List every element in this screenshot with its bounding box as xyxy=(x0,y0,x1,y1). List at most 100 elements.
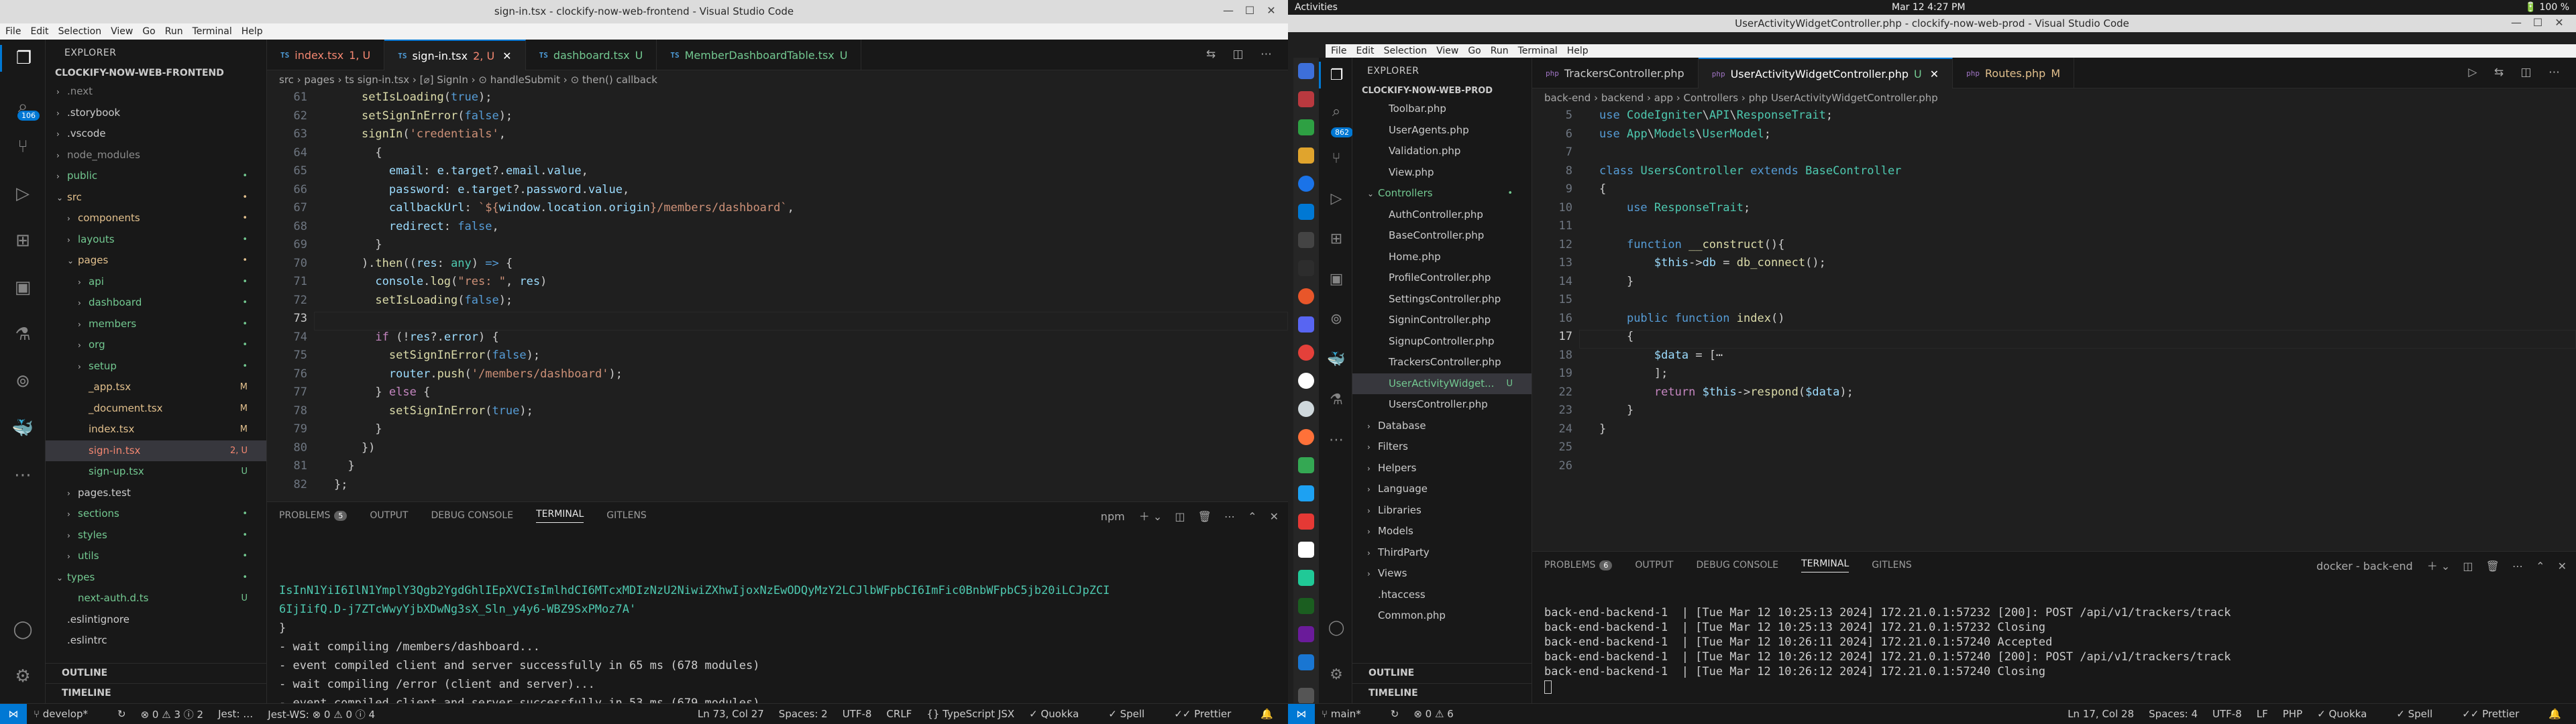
file-item[interactable]: index.tsx M xyxy=(46,419,266,440)
file-item[interactable]: SignupController.php xyxy=(1352,331,1532,353)
file-item[interactable]: AuthController.php xyxy=(1352,204,1532,226)
remote-explorer-icon[interactable]: ▣ xyxy=(1323,265,1350,292)
source-control-icon[interactable]: ⑂ xyxy=(1323,145,1350,172)
panel-more-icon[interactable]: ⋯ xyxy=(1224,510,1235,523)
editor-tab[interactable]: php Routes.php M xyxy=(1953,58,2075,88)
encoding[interactable]: UTF-8 xyxy=(2212,708,2242,720)
panel-more-icon[interactable]: ⋯ xyxy=(2512,560,2523,572)
menu-selection[interactable]: Selection xyxy=(58,26,102,37)
more-icon[interactable]: ⋯ xyxy=(1323,426,1350,453)
folder-item[interactable]: › .storybook xyxy=(46,103,266,124)
file-item[interactable]: UsersController.php xyxy=(1352,394,1532,416)
panel-tab-debug-console[interactable]: DEBUG CONSOLE xyxy=(431,510,513,521)
folder-item[interactable]: ⌄ Controllers • xyxy=(1352,183,1532,204)
folder-item[interactable]: › api • xyxy=(46,272,266,293)
app-icon[interactable] xyxy=(1298,542,1314,558)
folder-item[interactable]: › dashboard • xyxy=(46,292,266,314)
app-icon[interactable] xyxy=(1298,119,1314,135)
maximize-panel-icon[interactable]: ⌃ xyxy=(1248,510,1256,523)
spell-status[interactable]: ✓ Spell xyxy=(1108,708,1159,720)
search-icon[interactable]: ⌕ xyxy=(1323,98,1350,125)
folder-item[interactable]: ⌄ types • xyxy=(46,567,266,589)
new-terminal-icon[interactable]: ＋ ⌄ xyxy=(2427,560,2451,572)
minimize-icon[interactable]: — xyxy=(2509,16,2524,31)
app-icon[interactable] xyxy=(1298,147,1314,164)
file-item[interactable]: _app.tsx M xyxy=(46,377,266,398)
folder-item[interactable]: › Models xyxy=(1352,521,1532,542)
more-icon[interactable]: ⋯ xyxy=(9,462,36,489)
file-item[interactable]: SigninController.php xyxy=(1352,310,1532,331)
menu-run[interactable]: Run xyxy=(1491,46,1509,56)
panel-tab-debug-console[interactable]: DEBUG CONSOLE xyxy=(1696,560,1778,570)
prettier-status[interactable]: ✓✓ Prettier xyxy=(1174,708,1246,720)
menu-help[interactable]: Help xyxy=(1567,46,1589,56)
remote-icon[interactable]: ⋈ xyxy=(1288,703,1315,724)
close-panel-icon[interactable]: ✕ xyxy=(2558,560,2567,572)
menu-file[interactable]: File xyxy=(5,26,21,37)
folder-item[interactable]: › .next xyxy=(46,81,266,103)
manage-gear-icon[interactable]: ⚙ xyxy=(9,663,36,690)
spell-status[interactable]: ✓ Spell xyxy=(2396,708,2447,720)
file-item[interactable]: .eslintignore xyxy=(46,609,266,631)
app-icon[interactable] xyxy=(1298,598,1314,614)
editor-tab[interactable]: php TrackersController.php xyxy=(1532,58,1699,88)
folder-item[interactable]: › public • xyxy=(46,166,266,187)
menu-view[interactable]: View xyxy=(111,26,133,37)
close-icon[interactable]: ✕ xyxy=(2552,16,2567,31)
testing-icon[interactable]: ⚗ xyxy=(9,321,36,348)
file-item[interactable]: UserActivityWidget... U xyxy=(1352,373,1532,394)
panel-tab-gitlens[interactable]: GITLENS xyxy=(1872,560,1912,570)
explorer-icon[interactable]: ❐ xyxy=(0,45,46,72)
folder-item[interactable]: › ThirdParty xyxy=(1352,542,1532,564)
app-icon[interactable] xyxy=(1298,457,1314,473)
notifications-icon[interactable]: 🔔 xyxy=(1260,708,1273,720)
panel-tab-output[interactable]: OUTPUT xyxy=(370,510,408,521)
folder-item[interactable]: › Libraries xyxy=(1352,500,1532,522)
folder-item[interactable]: › Filters xyxy=(1352,436,1532,458)
maximize-icon[interactable]: ☐ xyxy=(2530,16,2545,31)
menu-terminal[interactable]: Terminal xyxy=(193,26,232,37)
line-ending[interactable]: LF xyxy=(2257,708,2268,720)
menu-terminal[interactable]: Terminal xyxy=(1518,46,1558,56)
app-icon[interactable] xyxy=(1298,316,1314,333)
menu-edit[interactable]: Edit xyxy=(30,26,48,37)
app-icon[interactable] xyxy=(1298,514,1314,530)
terminal-icon[interactable] xyxy=(1298,232,1314,248)
vscode-icon[interactable] xyxy=(1298,204,1314,220)
editor-actions-icon[interactable]: ▷ ⇆ ◫ ⋯ xyxy=(2468,66,2567,79)
folder-item[interactable]: ⌄ src • xyxy=(46,187,266,208)
folder-item[interactable]: › components • xyxy=(46,208,266,229)
editor-tab[interactable]: TS dashboard.tsx U xyxy=(526,40,657,70)
jest-ws-status[interactable]: Jest-WS: ⊗ 0 ⚠ 0 ⓘ 4 xyxy=(268,707,375,721)
folder-item[interactable]: › sections • xyxy=(46,503,266,525)
file-item[interactable]: Common.php xyxy=(1352,605,1532,627)
folder-item[interactable]: › Database xyxy=(1352,416,1532,437)
menu-selection[interactable]: Selection xyxy=(1384,46,1428,56)
breadcrumb[interactable]: back-end › backend › app › Controllers ›… xyxy=(1532,88,2576,107)
folder-item[interactable]: › Views xyxy=(1352,563,1532,585)
breadcrumb[interactable]: src › pages › ts sign-in.tsx › [⌀] SignI… xyxy=(267,70,1288,89)
menu-go[interactable]: Go xyxy=(1468,46,1481,56)
branch-status[interactable]: ⑂ develop* xyxy=(34,708,103,720)
manage-gear-icon[interactable]: ⚙ xyxy=(1323,661,1350,688)
prettier-status[interactable]: ✓✓ Prettier xyxy=(2462,708,2534,720)
app-icon[interactable] xyxy=(1298,485,1314,501)
file-item[interactable]: BaseController.php xyxy=(1352,225,1532,247)
run-debug-icon[interactable]: ▷ xyxy=(9,180,36,207)
app-icon[interactable] xyxy=(1298,626,1314,642)
app-icon[interactable] xyxy=(1298,91,1314,107)
jest-status[interactable]: Jest: … xyxy=(218,708,253,720)
clock[interactable]: Mar 12 4:27 PM xyxy=(1892,2,1966,13)
folder-item[interactable]: › org • xyxy=(46,335,266,356)
minimize-icon[interactable]: — xyxy=(1221,4,1236,19)
close-icon[interactable]: ✕ xyxy=(1264,4,1279,19)
menu-help[interactable]: Help xyxy=(241,26,263,37)
branch-status[interactable]: ⑂ main* xyxy=(1322,708,1376,720)
split-terminal-icon[interactable]: ◫ xyxy=(2463,560,2473,572)
folder-item[interactable]: › node_modules xyxy=(46,145,266,166)
editor-tab[interactable]: TS MemberDashboardTable.tsx U xyxy=(657,40,862,70)
outline-section[interactable]: OUTLINE xyxy=(46,663,266,683)
new-terminal-icon[interactable]: ＋ ⌄ xyxy=(1139,510,1163,523)
language-mode[interactable]: {} TypeScript JSX xyxy=(926,708,1014,720)
menu-go[interactable]: Go xyxy=(142,26,155,37)
